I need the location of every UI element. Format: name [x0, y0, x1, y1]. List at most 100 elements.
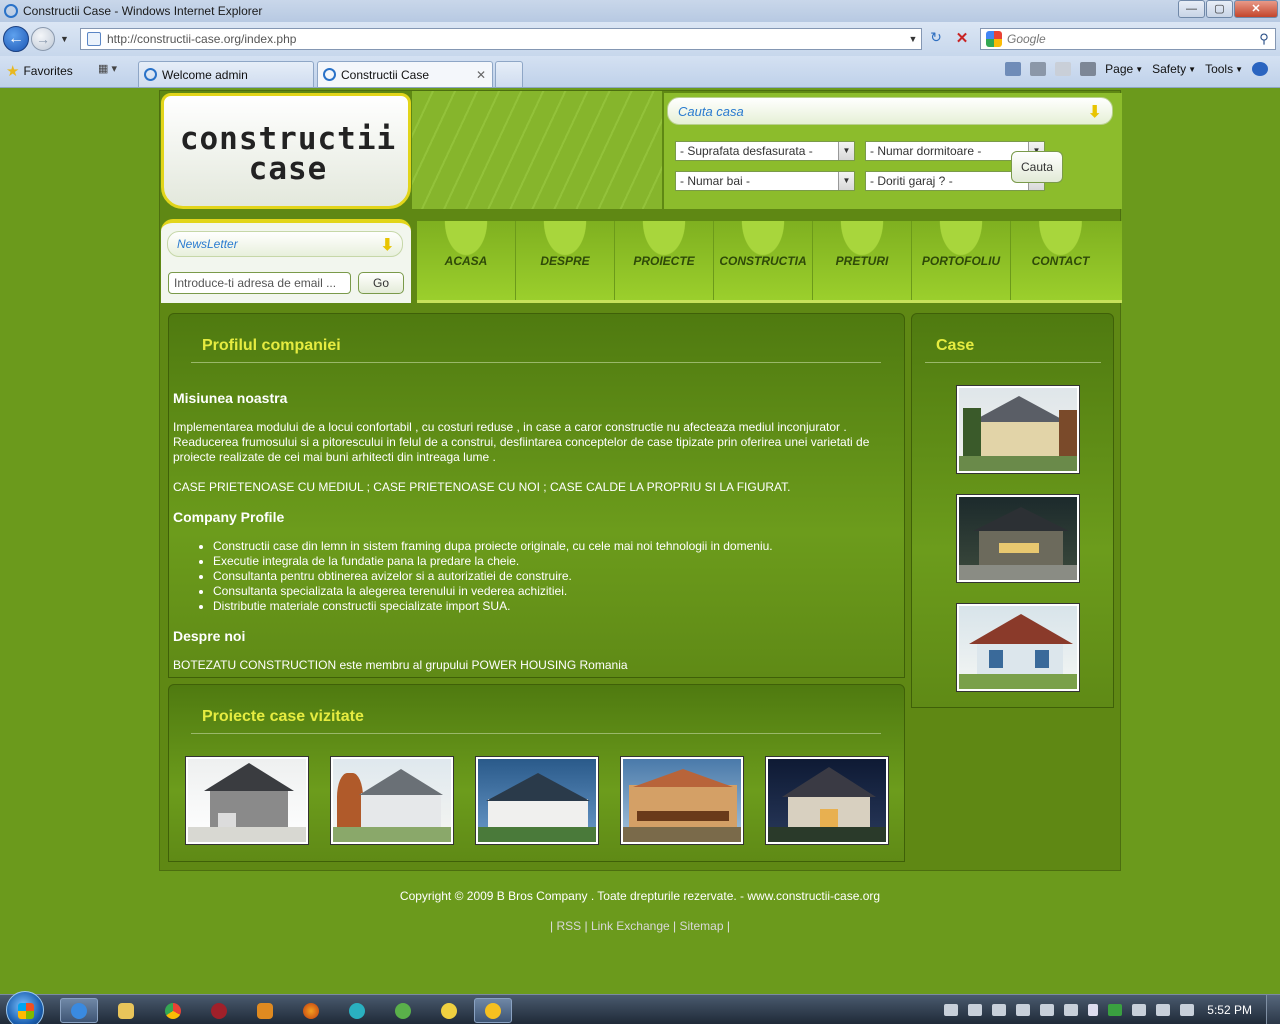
- help-icon[interactable]: [1252, 62, 1268, 76]
- address-dropdown-icon[interactable]: ▼: [905, 34, 921, 44]
- url-text[interactable]: http://constructii-case.org/index.php: [107, 32, 905, 46]
- newsletter-go-button[interactable]: Go: [358, 272, 404, 294]
- stop-icon[interactable]: ✕: [951, 29, 973, 49]
- taskbar-app[interactable]: [246, 998, 284, 1023]
- tray-icon[interactable]: [1064, 1004, 1079, 1016]
- maximize-button[interactable]: ▢: [1206, 0, 1233, 18]
- ie-page-icon: [144, 68, 157, 81]
- ie-logo-icon: [4, 4, 18, 18]
- taskbar-app[interactable]: [430, 998, 468, 1023]
- search-placeholder[interactable]: Google: [1007, 32, 1253, 46]
- feeds-icon[interactable]: [1030, 62, 1047, 76]
- nav-contact[interactable]: CONTACT: [1011, 221, 1110, 300]
- footer-link-exchange[interactable]: Link Exchange: [591, 919, 670, 933]
- tray-icon[interactable]: [1108, 1004, 1123, 1016]
- tray-icon[interactable]: [944, 1004, 959, 1016]
- quick-tabs-icon[interactable]: ▦ ▾: [98, 62, 134, 82]
- house-thumbnail[interactable]: [765, 756, 889, 845]
- show-hidden-icons-icon[interactable]: [1088, 1004, 1099, 1016]
- nav-constructia[interactable]: CONSTRUCTIA: [714, 221, 813, 300]
- chevron-down-icon[interactable]: ▼: [838, 142, 854, 160]
- smiley-icon: [485, 1002, 501, 1019]
- taskbar-firefox[interactable]: [292, 998, 330, 1023]
- newsletter-email-input[interactable]: Introduce-ti adresa de email ...: [168, 272, 351, 294]
- taskbar-chrome[interactable]: [154, 998, 192, 1023]
- favorites-button[interactable]: ★ Favorites: [6, 62, 73, 80]
- taskbar-app[interactable]: [200, 998, 238, 1023]
- house-thumbnail[interactable]: [956, 603, 1080, 692]
- taskbar: 5:52 PM: [0, 991, 1280, 1024]
- surface-select[interactable]: - Suprafata desfasurata - ▼: [675, 141, 855, 161]
- address-toolbar: ← → ▼ http://constructii-case.org/index.…: [0, 22, 1280, 56]
- site-logo[interactable]: constructii case: [161, 93, 411, 209]
- surface-select-value: - Suprafata desfasurata -: [680, 144, 813, 158]
- mail-icon[interactable]: [1055, 62, 1072, 76]
- newsletter-box: NewsLetter ⬇ Introduce-ti adresa de emai…: [161, 219, 411, 303]
- print-icon[interactable]: [1080, 62, 1097, 76]
- down-arrow-icon: ⬇: [380, 237, 394, 254]
- list-item: Constructii case din lemn in sistem fram…: [213, 539, 893, 554]
- address-bar[interactable]: http://constructii-case.org/index.php ▼: [80, 28, 922, 50]
- footer-link-rss[interactable]: RSS: [556, 919, 581, 933]
- search-button[interactable]: Cauta: [1011, 151, 1063, 183]
- profile-heading: Company Profile: [173, 509, 285, 525]
- bathrooms-select[interactable]: - Numar bai - ▼: [675, 171, 855, 191]
- title-divider: [191, 362, 881, 363]
- tray-icon[interactable]: [968, 1004, 983, 1016]
- nav-portofoliu[interactable]: PORTOFOLIU: [912, 221, 1011, 300]
- house-thumbnail[interactable]: [620, 756, 744, 845]
- refresh-icon[interactable]: ↻: [925, 29, 947, 49]
- footer-link-sitemap[interactable]: Sitemap: [679, 919, 723, 933]
- back-button[interactable]: ←: [3, 26, 29, 52]
- list-item: Consultanta pentru obtinerea avizelor si…: [213, 569, 893, 584]
- tab-bar: ★ Favorites ▦ ▾ Welcome admin Constructi…: [0, 56, 1280, 88]
- house-thumbnail[interactable]: [956, 494, 1080, 583]
- new-tab-button[interactable]: [495, 61, 523, 87]
- search-box[interactable]: Google ⚲: [980, 28, 1276, 50]
- start-button[interactable]: [6, 991, 44, 1024]
- nav-proiecte[interactable]: PROIECTE: [615, 221, 714, 300]
- bedrooms-select-value: - Numar dormitoare -: [870, 144, 982, 158]
- network-icon[interactable]: [1180, 1004, 1195, 1016]
- chevron-down-icon[interactable]: ▼: [838, 172, 854, 190]
- nav-preturi[interactable]: PRETURI: [813, 221, 912, 300]
- nav-acasa[interactable]: ACASA: [417, 221, 516, 300]
- taskbar-ie[interactable]: [60, 998, 98, 1023]
- clock[interactable]: 5:52 PM: [1207, 1003, 1252, 1017]
- recent-pages-dropdown[interactable]: ▼: [60, 34, 69, 44]
- folder-icon: [118, 1002, 134, 1019]
- taskbar-app[interactable]: [384, 998, 422, 1023]
- tray-icon[interactable]: [1016, 1004, 1031, 1016]
- forward-button[interactable]: →: [31, 27, 55, 51]
- tray-icon[interactable]: [1040, 1004, 1055, 1016]
- app-icon: [441, 1002, 457, 1019]
- tools-menu[interactable]: Tools: [1205, 62, 1233, 76]
- site-container: constructii case Cauta casa ⬇ - Suprafat…: [159, 90, 1122, 871]
- tab-constructii-case[interactable]: Constructii Case ✕: [317, 61, 493, 87]
- section-title: Proiecte case vizitate: [202, 708, 364, 725]
- search-icon[interactable]: ⚲: [1253, 31, 1275, 47]
- flag-icon[interactable]: [1132, 1004, 1147, 1016]
- volume-icon[interactable]: [1156, 1004, 1171, 1016]
- home-icon[interactable]: [1005, 62, 1022, 76]
- page-menu[interactable]: Page: [1105, 62, 1133, 76]
- taskbar-messenger[interactable]: [474, 998, 512, 1023]
- title-divider: [925, 362, 1101, 363]
- safety-menu[interactable]: Safety: [1152, 62, 1186, 76]
- header-decoration: [412, 91, 662, 209]
- show-desktop-button[interactable]: [1266, 995, 1280, 1024]
- tab-welcome-admin[interactable]: Welcome admin: [138, 61, 314, 87]
- profile-list: Constructii case din lemn in sistem fram…: [213, 539, 893, 614]
- close-button[interactable]: ✕: [1234, 0, 1278, 18]
- house-thumbnail[interactable]: [330, 756, 454, 845]
- mission-heading: Misiunea noastra: [173, 390, 288, 406]
- taskbar-app[interactable]: [338, 998, 376, 1023]
- minimize-button[interactable]: —: [1178, 0, 1205, 18]
- house-thumbnail[interactable]: [475, 756, 599, 845]
- tray-icon[interactable]: [992, 1004, 1007, 1016]
- taskbar-explorer[interactable]: [107, 998, 145, 1023]
- close-tab-icon[interactable]: ✕: [476, 68, 486, 82]
- house-thumbnail[interactable]: [956, 385, 1080, 474]
- nav-despre[interactable]: DESPRE: [516, 221, 615, 300]
- house-thumbnail[interactable]: [185, 756, 309, 845]
